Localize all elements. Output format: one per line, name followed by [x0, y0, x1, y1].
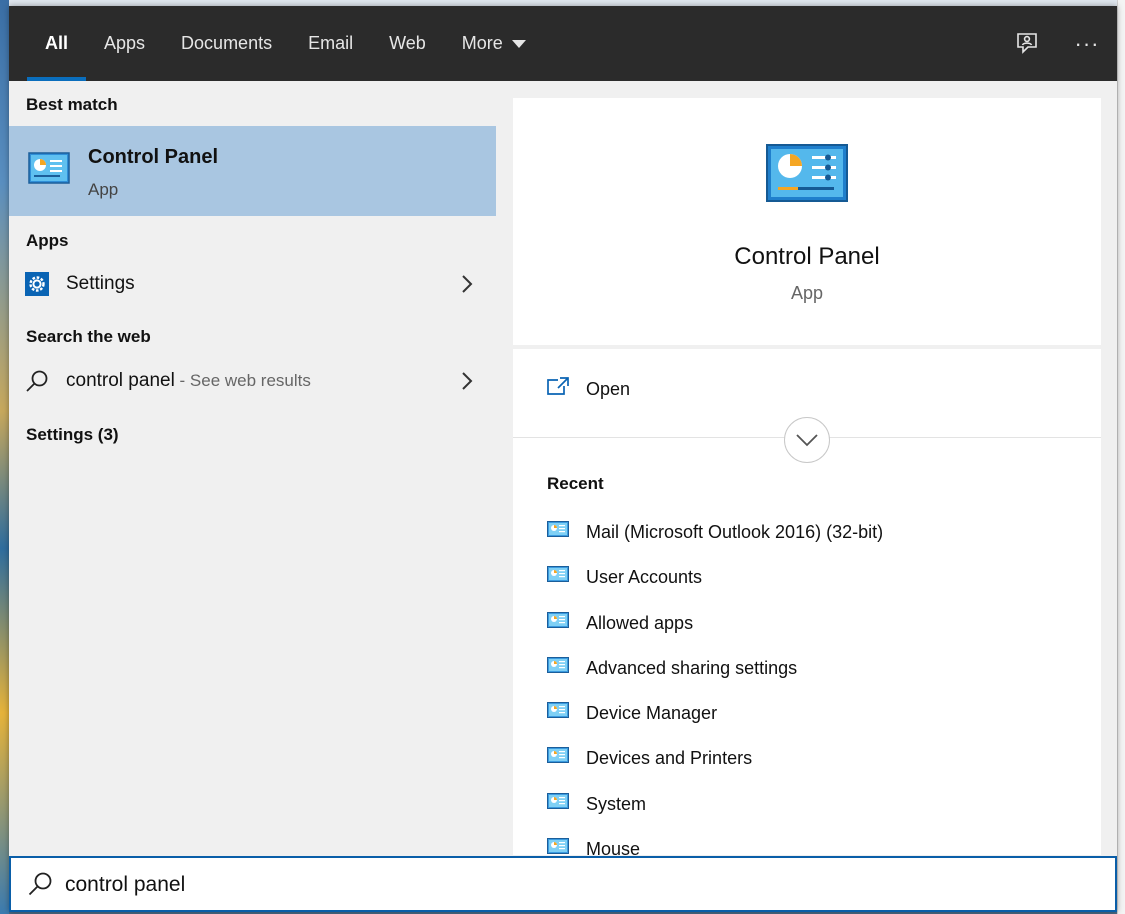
- desktop-background-right: [1117, 0, 1125, 914]
- tab-all[interactable]: All: [27, 6, 87, 81]
- tab-email[interactable]: Email: [290, 6, 371, 81]
- app-result-label: Settings: [66, 273, 135, 294]
- preview-subtitle: App: [790, 283, 824, 303]
- tab-label: Email: [308, 33, 354, 53]
- best-match-header: Best match: [26, 95, 118, 114]
- web-result-suffix: - See web results: [174, 371, 311, 390]
- search-box[interactable]: [9, 856, 1117, 912]
- tab-label: All: [45, 33, 69, 53]
- recent-header: Recent: [547, 474, 604, 493]
- desktop-background-left: [0, 0, 9, 914]
- more-options-button[interactable]: ···: [1057, 6, 1117, 81]
- top-actions: ···: [997, 6, 1117, 81]
- control-panel-large-icon: [766, 144, 848, 207]
- web-result-query: control panel: [66, 370, 175, 391]
- web-result-text: control panel - See web results: [66, 370, 311, 392]
- gear-icon: [25, 272, 49, 301]
- preview-title: Control Panel: [734, 243, 880, 270]
- recent-item[interactable]: Device Manager: [513, 693, 1101, 738]
- tab-web[interactable]: Web: [371, 6, 444, 81]
- caret-down-icon: [511, 39, 526, 48]
- recent-item-label: Allowed apps: [586, 612, 694, 633]
- recent-item[interactable]: Mouse: [513, 829, 1101, 855]
- open-label: Open: [586, 379, 631, 399]
- expand-button[interactable]: [784, 417, 830, 463]
- best-match-subtitle: App: [88, 180, 119, 199]
- apps-header: Apps: [26, 231, 69, 250]
- recent-item[interactable]: User Accounts: [513, 557, 1101, 602]
- control-panel-icon: [28, 152, 70, 189]
- recent-item[interactable]: Allowed apps: [513, 603, 1101, 648]
- recent-item[interactable]: Mail (Microsoft Outlook 2016) (32-bit): [513, 512, 1101, 557]
- control-panel-small-icon: [547, 611, 569, 633]
- tab-label: Documents: [181, 33, 273, 53]
- control-panel-small-icon: [547, 792, 569, 814]
- settings-results-header[interactable]: Settings (3): [26, 425, 119, 445]
- more-options-icon: ···: [1074, 30, 1100, 56]
- web-result-control-panel[interactable]: control panel - See web results: [9, 360, 496, 402]
- feedback-button[interactable]: [997, 6, 1057, 81]
- recent-item[interactable]: Devices and Printers: [513, 738, 1101, 783]
- search-web-header: Search the web: [26, 327, 151, 346]
- recent-item[interactable]: Advanced sharing settings: [513, 648, 1101, 693]
- open-icon: [546, 376, 570, 401]
- recent-list: Mail (Microsoft Outlook 2016) (32-bit) U…: [513, 512, 1101, 855]
- tab-label: Apps: [104, 33, 146, 53]
- chevron-down-icon: [796, 434, 818, 447]
- search-icon: [27, 871, 53, 902]
- search-input[interactable]: [65, 868, 1065, 902]
- recent-item-label: Mail (Microsoft Outlook 2016) (32-bit): [586, 522, 884, 542]
- recent-item-label: Device Manager: [586, 703, 718, 724]
- control-panel-small-icon: [547, 566, 569, 587]
- feedback-icon: [1017, 32, 1037, 54]
- control-panel-small-icon: [547, 747, 569, 768]
- chevron-right-icon[interactable]: [460, 273, 474, 300]
- preview-card: Control Panel App: [513, 98, 1101, 345]
- recent-item-label: System: [586, 793, 647, 814]
- recent-item[interactable]: System: [513, 784, 1101, 829]
- tab-more[interactable]: More: [444, 6, 544, 81]
- recent-item-label: Devices and Printers: [586, 748, 753, 769]
- chevron-right-icon[interactable]: [460, 370, 474, 397]
- start-search-panel: All Apps Documents Email Web More ··· Be…: [9, 6, 1117, 912]
- control-panel-small-icon: [547, 521, 569, 542]
- tab-label: Web: [389, 33, 426, 53]
- app-result-settings[interactable]: Settings: [9, 263, 496, 305]
- best-match-title: Control Panel: [88, 146, 219, 168]
- tab-apps[interactable]: Apps: [86, 6, 163, 81]
- control-panel-small-icon: [547, 656, 569, 678]
- recent-item-label: Advanced sharing settings: [586, 657, 798, 678]
- tab-label: More: [461, 33, 503, 53]
- recent-item-label: User Accounts: [586, 567, 703, 588]
- results-list: Best match Control Panel App Apps Settin…: [9, 81, 496, 855]
- search-filter-bar: All Apps Documents Email Web More ···: [9, 6, 1117, 81]
- control-panel-small-icon: [547, 838, 569, 855]
- filter-tabs: All Apps Documents Email Web More: [27, 6, 544, 81]
- tab-documents[interactable]: Documents: [163, 6, 290, 81]
- best-match-control-panel[interactable]: Control Panel App: [9, 126, 496, 216]
- control-panel-small-icon: [547, 702, 569, 723]
- recent-item-label: Mouse: [586, 839, 641, 855]
- search-icon: [25, 369, 49, 398]
- preview-actions: Open Recent Mail (Microsoft Outlook 2016…: [513, 349, 1101, 855]
